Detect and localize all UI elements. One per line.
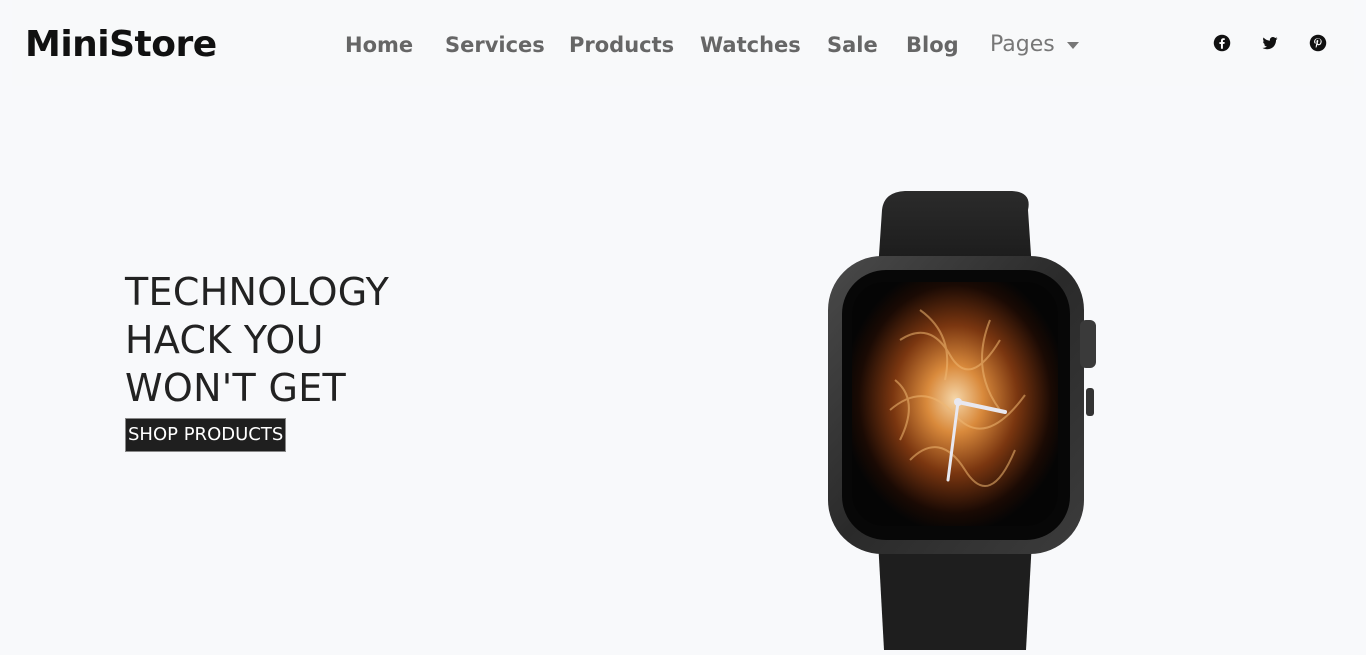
nav-products[interactable]: Products: [569, 29, 674, 61]
main-nav: Home Services Products Watches Sale Blog…: [12, 0, 1354, 86]
hero-title-line-3: WON'T GET: [125, 366, 347, 410]
nav-sale[interactable]: Sale: [827, 29, 878, 61]
site-header: MiniStore Home Services Products Watches…: [12, 0, 1354, 86]
hero-title: TECHNOLOGY HACK YOU WON'T GET: [125, 268, 389, 412]
shop-products-button[interactable]: SHOP PRODUCTS: [125, 418, 287, 452]
twitter-icon[interactable]: [1261, 34, 1279, 52]
facebook-icon[interactable]: [1213, 34, 1231, 52]
nav-pages-dropdown[interactable]: Pages: [990, 29, 1079, 61]
hero-title-line-1: TECHNOLOGY: [125, 270, 390, 314]
nav-services[interactable]: Services: [445, 29, 545, 61]
chevron-down-icon: [1066, 41, 1079, 49]
nav-home[interactable]: Home: [345, 29, 413, 61]
nav-watches[interactable]: Watches: [700, 29, 801, 61]
smartwatch-image: [828, 191, 1096, 650]
nav-blog[interactable]: Blog: [906, 29, 959, 61]
nav-pages-label: Pages: [990, 32, 1055, 57]
pinterest-icon[interactable]: [1309, 34, 1327, 52]
hero-title-line-2: HACK YOU: [125, 318, 324, 362]
